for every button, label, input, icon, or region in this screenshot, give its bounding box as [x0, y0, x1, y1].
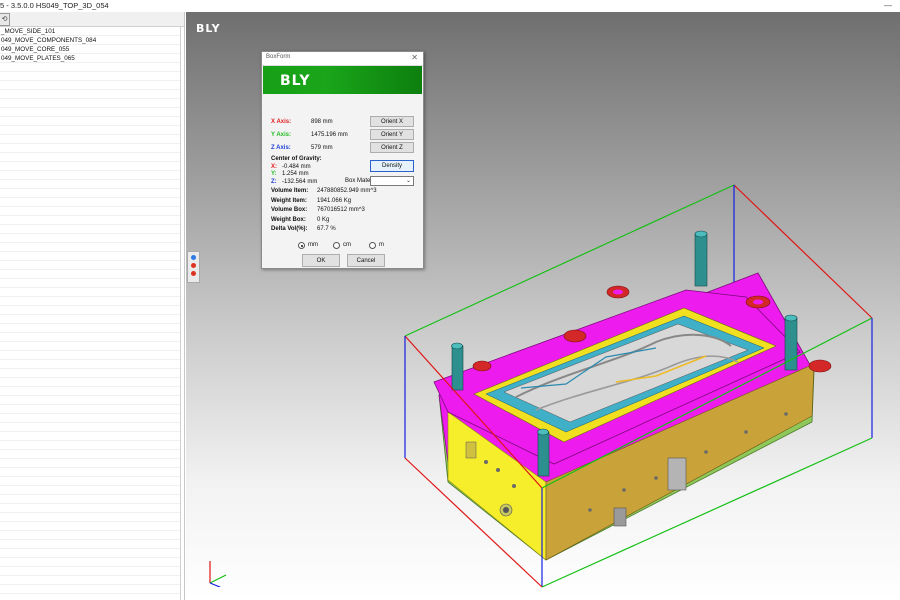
refresh-icon[interactable]: ⟲ [0, 13, 10, 26]
chevron-down-icon: ⌄ [405, 178, 411, 184]
stat-value-delta-vol: 67.7 % [317, 226, 336, 232]
unit-radio-m[interactable] [369, 242, 376, 249]
box-material-select[interactable]: ⌄ [370, 176, 414, 186]
unit-label-mm: mm [308, 242, 318, 248]
orient-y-button[interactable]: Orient Y [370, 129, 414, 140]
y-axis-value: 1475.196 mm [311, 132, 348, 138]
mold-assembly [433, 230, 832, 561]
window-close-button[interactable]: — [884, 0, 892, 12]
dialog-banner: BLY [263, 66, 422, 94]
stat-value-weight-item: 1941.066 Kg [317, 198, 352, 204]
cog-z-label: Z: [271, 179, 277, 185]
stat-label-delta-vol: Delta Vol(%): [271, 226, 308, 232]
unit-radio-cm[interactable] [333, 242, 340, 249]
cog-z-value: -132.564 mm [282, 179, 318, 185]
ok-button[interactable]: OK [302, 254, 340, 267]
unit-label-m: m [379, 242, 384, 248]
dialog-titlebar: BoxForm ✕ [262, 52, 423, 66]
orient-z-button[interactable]: Orient Z [370, 142, 414, 153]
model-tree-panel: ⟲ _MOVE_SIDE_101 049_MOVE_COMPONENTS_084… [0, 12, 185, 600]
dialog-close-button[interactable]: ✕ [411, 53, 418, 62]
orient-x-button[interactable]: Orient X [370, 116, 414, 127]
model-tree-list: _MOVE_SIDE_101 049_MOVE_COMPONENTS_084 0… [0, 27, 181, 600]
stat-label-volume-box: Volume Box: [271, 207, 308, 213]
tree-item-move-components[interactable]: 049_MOVE_COMPONENTS_084 [0, 36, 180, 45]
stat-label-weight-box: Weight Box: [271, 217, 306, 223]
tree-item-move-plates[interactable]: 049_MOVE_PLATES_065 [0, 54, 180, 63]
stat-value-volume-box: 767016512 mm^3 [317, 207, 365, 213]
boxform-dialog: BoxForm ✕ BLY X Axis: 898 mm Orient X Y … [261, 51, 424, 269]
cog-label: Center of Gravity: [271, 156, 322, 162]
tree-item-move-core[interactable]: 049_MOVE_CORE_055 [0, 45, 180, 54]
window-titlebar: 5 - 3.5.0.0 HS049_TOP_3D_054 — [0, 0, 900, 12]
3d-viewport[interactable]: BLY BoxForm ✕ BLY X Axis: 898 mm Orient … [186, 12, 900, 600]
unit-label-cm: cm [343, 242, 351, 248]
stat-value-weight-box: 0 Kg [317, 217, 330, 223]
stat-label-volume-item: Volume Item: [271, 188, 309, 194]
x-axis-value: 898 mm [311, 119, 333, 125]
axis-triad-icon [209, 561, 227, 587]
tree-toolbar: ⟲ [0, 12, 184, 27]
density-button[interactable]: Density [370, 160, 414, 172]
cog-y-label: Y: [271, 171, 277, 177]
stat-label-weight-item: Weight Item: [271, 198, 307, 204]
tree-item-move-side[interactable]: _MOVE_SIDE_101 [0, 27, 180, 36]
x-axis-label: X Axis: [271, 119, 292, 125]
cancel-button[interactable]: Cancel [347, 254, 385, 267]
cog-x-value: -0.484 mm [282, 164, 311, 170]
y-axis-label: Y Axis: [271, 132, 292, 138]
dialog-title: BoxForm [266, 54, 291, 60]
cog-y-value: 1.254 mm [282, 171, 309, 177]
window-title: 5 - 3.5.0.0 HS049_TOP_3D_054 [0, 1, 109, 10]
z-axis-label: Z Axis: [271, 145, 291, 151]
z-axis-value: 579 mm [311, 145, 333, 151]
bly-banner-logo: BLY [280, 73, 311, 88]
svg-text:BLY: BLY [280, 73, 311, 88]
cog-x-label: X: [271, 164, 277, 170]
unit-radio-mm[interactable] [298, 242, 305, 249]
stat-value-volume-item: 247880852.949 mm^3 [317, 188, 377, 194]
